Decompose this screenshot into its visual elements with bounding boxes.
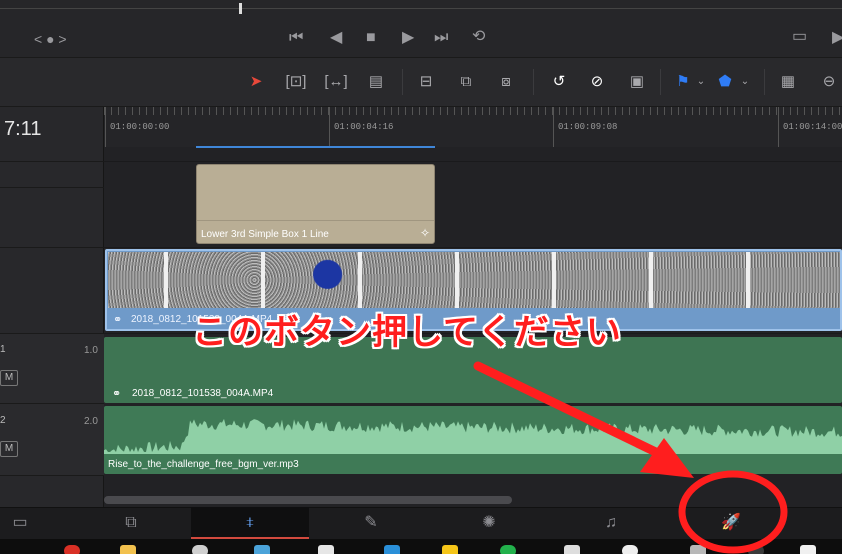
header-row-v1 xyxy=(0,248,104,334)
blade-icon[interactable]: ▤ xyxy=(362,71,390,93)
snapping-icon[interactable]: ↺ xyxy=(548,71,570,93)
header-row-a2[interactable] xyxy=(0,404,104,476)
annotation-text: このボタン押してください xyxy=(192,313,622,353)
ruler-label: 01:00:09:08 xyxy=(558,122,618,132)
ruler-tick xyxy=(105,107,106,147)
lock-icon[interactable]: ▣ xyxy=(626,71,648,93)
clip-navigation[interactable]: < ● > xyxy=(34,31,67,47)
fairlight-page-icon[interactable]: ♫ xyxy=(552,507,670,539)
fusion-page-icon[interactable]: ✎ xyxy=(312,507,430,539)
link-icon: ⚭ xyxy=(112,388,122,400)
skip-back-icon[interactable]: ⏮ xyxy=(289,30,303,46)
deliver-page-icon[interactable]: 🚀 xyxy=(672,507,790,539)
sparkle-icon: ✧ xyxy=(419,226,430,240)
track-a2-label: 2 xyxy=(0,415,6,426)
title-clip-label: Lower 3rd Simple Box 1 Line xyxy=(201,229,329,240)
scrub-bar[interactable] xyxy=(0,8,842,9)
loop-icon[interactable]: ⟲ xyxy=(472,29,485,45)
linked-audio-label: 2018_0812_101538_004A.MP4 xyxy=(132,388,274,399)
ruler-tick xyxy=(553,107,554,147)
track-a1-level: 1.0 xyxy=(84,345,98,356)
overwrite-clip-icon[interactable]: ⧉ xyxy=(452,71,480,93)
track-a1-label: 1 xyxy=(0,344,6,355)
title-clip[interactable]: Lower 3rd Simple Box 1 Line ✧ xyxy=(196,164,435,244)
chevron-down-icon[interactable]: ⌄ xyxy=(694,71,708,93)
mute-a1-button[interactable]: M xyxy=(0,370,18,386)
toolbar-divider xyxy=(533,69,534,95)
flag-icon[interactable]: ⚑ xyxy=(674,71,692,93)
ruler-tick xyxy=(778,107,779,147)
skip-forward-icon[interactable]: ⏭ xyxy=(434,30,448,46)
dynamic-trim-icon[interactable]: [↔] xyxy=(322,71,350,93)
marker-icon[interactable]: ⬟ xyxy=(716,71,734,93)
scrub-playhead[interactable] xyxy=(239,3,242,14)
header-row xyxy=(0,162,104,188)
music-clip-label: Rise_to_the_challenge_free_bgm_ver.mp3 xyxy=(108,459,299,470)
stop-icon[interactable]: ■ xyxy=(366,30,376,46)
next-icon[interactable]: ▶ xyxy=(832,30,842,46)
app-icon[interactable] xyxy=(690,545,706,554)
app-icon[interactable] xyxy=(254,545,270,554)
play-reverse-icon[interactable]: ◀ xyxy=(330,30,342,46)
timeline-view-icon[interactable]: ▦ xyxy=(774,71,802,93)
insert-clip-icon[interactable]: ⊟ xyxy=(412,71,440,93)
ruler-label: 01:00:04:16 xyxy=(334,122,394,132)
timecode-display: 7:11 xyxy=(4,118,42,140)
color-page-icon[interactable]: ✺ xyxy=(430,507,548,539)
track-band xyxy=(104,147,842,162)
header-row xyxy=(0,147,104,162)
app-icon[interactable] xyxy=(384,545,400,554)
chevron-down-icon[interactable]: ⌄ xyxy=(738,71,752,93)
selection-arrow-icon[interactable]: ➤ xyxy=(246,71,266,93)
fullscreen-icon[interactable]: ▭ xyxy=(792,29,807,45)
header-row-v2 xyxy=(0,188,104,248)
video-thumbnails xyxy=(108,252,840,308)
app-icon[interactable] xyxy=(500,545,516,554)
ruler-label: 01:00:14:00 xyxy=(783,122,842,132)
horizontal-scrollbar[interactable] xyxy=(104,496,512,504)
waveform-shape xyxy=(104,418,842,454)
app-icon[interactable] xyxy=(800,545,816,554)
media-page-icon[interactable]: ▭ xyxy=(0,507,40,539)
app-icon[interactable] xyxy=(192,545,208,554)
mute-a2-button[interactable]: M xyxy=(0,441,18,457)
browser-icon[interactable] xyxy=(64,545,80,554)
toolbar-divider xyxy=(660,69,661,95)
ruler-tick xyxy=(329,107,330,147)
clip-divider xyxy=(197,220,434,221)
music-audio-clip[interactable]: Rise_to_the_challenge_free_bgm_ver.mp3 xyxy=(104,406,842,474)
link-icon: ⚭ xyxy=(113,314,123,326)
app-icon[interactable] xyxy=(318,545,334,554)
play-icon[interactable]: ▶ xyxy=(402,30,414,46)
app-icon[interactable] xyxy=(622,545,638,554)
app-icon[interactable] xyxy=(564,545,580,554)
edit-page-icon[interactable]: ⧧ xyxy=(191,507,309,539)
track-a2-level: 2.0 xyxy=(84,416,98,427)
cut-page-icon[interactable]: ⧉ xyxy=(72,507,190,539)
ruler-label: 01:00:00:00 xyxy=(110,122,170,132)
folder-icon[interactable] xyxy=(120,545,136,554)
app-icon[interactable] xyxy=(442,545,458,554)
toolbar-divider xyxy=(402,69,403,95)
linked-selection-icon[interactable]: ⊘ xyxy=(586,71,608,93)
audio-waveform xyxy=(104,418,842,454)
timeline-ruler[interactable] xyxy=(104,107,842,147)
app-icon[interactable] xyxy=(748,545,764,554)
zoom-out-icon[interactable]: ⊖ xyxy=(818,71,840,93)
replace-clip-icon[interactable]: ⧇ xyxy=(492,71,520,93)
toolbar-divider xyxy=(764,69,765,95)
trim-edit-icon[interactable]: [⊡] xyxy=(282,71,310,93)
